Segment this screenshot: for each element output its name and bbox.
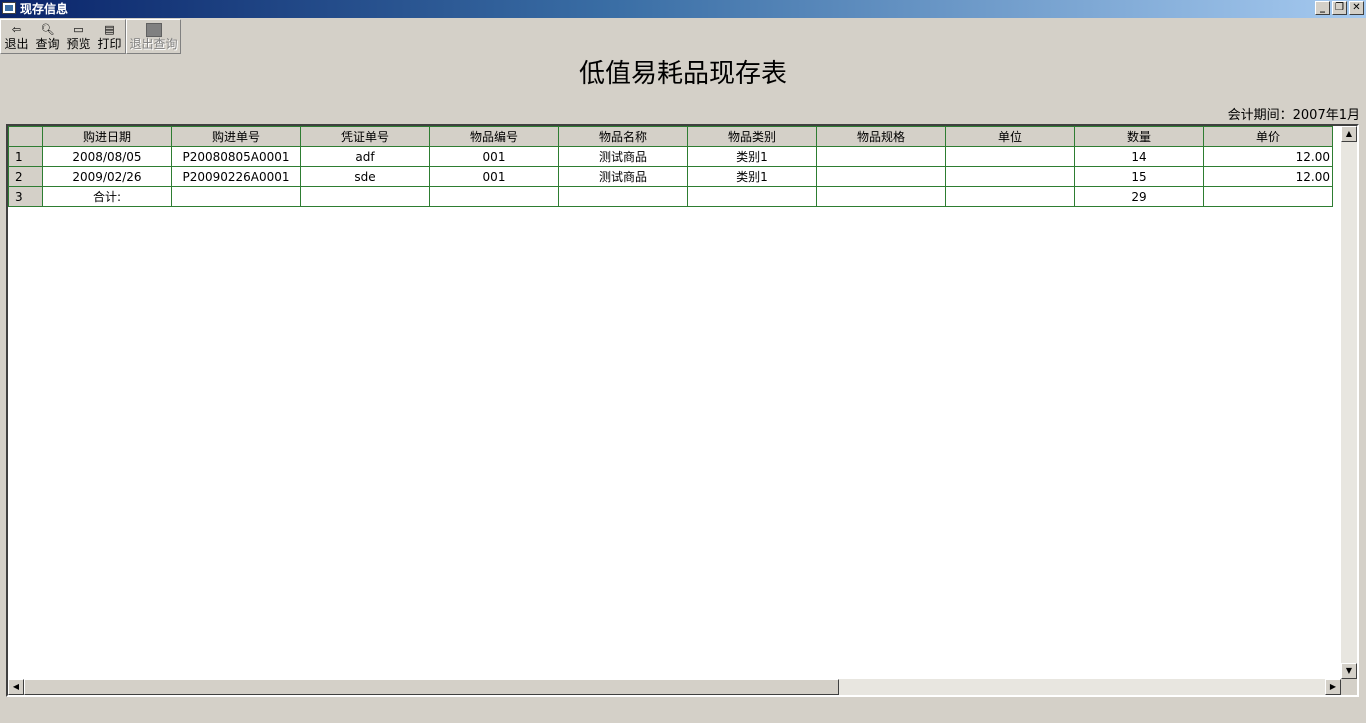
scroll-up-icon[interactable]: ▲: [1341, 126, 1357, 142]
column-header[interactable]: 购进单号: [171, 126, 301, 147]
restore-button[interactable]: ❐: [1332, 1, 1347, 15]
table-cell[interactable]: [429, 186, 559, 207]
app-icon[interactable]: [2, 2, 16, 14]
magnifier-icon: 🔍︎: [40, 23, 55, 36]
scrollbar-corner: [1341, 679, 1357, 695]
table-cell[interactable]: 14: [1074, 146, 1204, 167]
table-cell[interactable]: P20090226A0001: [171, 166, 301, 187]
query-label: 查询: [35, 37, 60, 51]
column-header[interactable]: 数量: [1074, 126, 1204, 147]
table-cell[interactable]: [1203, 186, 1333, 207]
table-cell[interactable]: sde: [300, 166, 430, 187]
data-grid[interactable]: 购进日期 购进单号 凭证单号 物品编号 物品名称 物品类别 物品规格 单位 数量…: [6, 124, 1359, 697]
table-row[interactable]: 1 2008/08/05 P20080805A0001 adf 001 测试商品…: [8, 146, 1333, 167]
column-header[interactable]: 凭证单号: [300, 126, 430, 147]
table-cell[interactable]: 2008/08/05: [42, 146, 172, 167]
table-cell[interactable]: [945, 166, 1075, 187]
column-header[interactable]: 物品类别: [687, 126, 817, 147]
table-cell[interactable]: 类别1: [687, 166, 817, 187]
toolbar: ⇦ 退出 🔍︎ 查询 ▭ 预览 ▤ 打印 退出查询: [0, 19, 181, 54]
printer-icon: ▤: [104, 23, 115, 36]
table-cell[interactable]: [558, 186, 688, 207]
table-cell[interactable]: adf: [300, 146, 430, 167]
period-label: 会计期间：: [1227, 108, 1293, 123]
scroll-left-icon[interactable]: ◀: [8, 679, 24, 695]
scroll-right-icon[interactable]: ▶: [1325, 679, 1341, 695]
table-cell[interactable]: [816, 166, 946, 187]
table-cell[interactable]: 2009/02/26: [42, 166, 172, 187]
table-cell[interactable]: 001: [429, 146, 559, 167]
accounting-period: 会计期间：2007年1月: [1228, 104, 1360, 123]
grid-table: 购进日期 购进单号 凭证单号 物品编号 物品名称 物品类别 物品规格 单位 数量…: [8, 126, 1333, 207]
total-quantity-cell[interactable]: 29: [1074, 186, 1204, 207]
row-number[interactable]: 1: [8, 146, 43, 167]
column-header[interactable]: 物品规格: [816, 126, 946, 147]
print-button[interactable]: ▤ 打印: [94, 20, 125, 53]
column-header[interactable]: 物品名称: [558, 126, 688, 147]
row-number[interactable]: 2: [8, 166, 43, 187]
table-cell[interactable]: 12.00: [1203, 166, 1333, 187]
window-title: 现存信息: [20, 2, 69, 16]
scroll-down-icon[interactable]: ▼: [1341, 663, 1357, 679]
report-title: 低值易耗品现存表: [578, 59, 787, 89]
exit-label: 退出: [4, 37, 29, 51]
preview-label: 预览: [66, 37, 91, 51]
minimize-button[interactable]: _: [1315, 1, 1330, 15]
table-cell[interactable]: [171, 186, 301, 207]
horizontal-scrollbar[interactable]: ◀ ▶: [8, 679, 1341, 695]
column-header[interactable]: 物品编号: [429, 126, 559, 147]
print-label: 打印: [97, 37, 122, 51]
preview-button[interactable]: ▭ 预览: [63, 20, 94, 53]
table-cell[interactable]: [687, 186, 817, 207]
table-cell[interactable]: 类别1: [687, 146, 817, 167]
exit-query-icon: [145, 23, 162, 37]
exit-icon: ⇦: [11, 23, 22, 36]
table-cell[interactable]: [945, 146, 1075, 167]
corner-header: [8, 126, 43, 147]
table-cell[interactable]: 001: [429, 166, 559, 187]
table-row[interactable]: 2 2009/02/26 P20090226A0001 sde 001 测试商品…: [8, 166, 1333, 187]
exit-query-button[interactable]: 退出查询: [127, 20, 180, 53]
vertical-scrollbar[interactable]: ▲ ▼: [1341, 126, 1357, 679]
table-cell[interactable]: P20080805A0001: [171, 146, 301, 167]
total-row[interactable]: 3 合计: 29: [8, 186, 1333, 207]
table-cell[interactable]: [816, 146, 946, 167]
preview-icon: ▭: [73, 23, 84, 36]
query-button[interactable]: 🔍︎ 查询: [32, 20, 63, 53]
title-bar: 现存信息 _ ❐ ✕: [0, 0, 1366, 18]
table-cell[interactable]: [300, 186, 430, 207]
row-number[interactable]: 3: [8, 186, 43, 207]
header-row: 购进日期 购进单号 凭证单号 物品编号 物品名称 物品类别 物品规格 单位 数量…: [8, 126, 1333, 147]
table-cell[interactable]: 测试商品: [558, 166, 688, 187]
close-button[interactable]: ✕: [1349, 1, 1364, 15]
table-cell[interactable]: 15: [1074, 166, 1204, 187]
horizontal-scroll-thumb[interactable]: [24, 679, 839, 695]
table-cell[interactable]: [945, 186, 1075, 207]
column-header[interactable]: 单价: [1203, 126, 1333, 147]
column-header[interactable]: 单位: [945, 126, 1075, 147]
exit-button[interactable]: ⇦ 退出: [1, 20, 32, 53]
column-header[interactable]: 购进日期: [42, 126, 172, 147]
total-label-cell[interactable]: 合计:: [42, 186, 172, 207]
table-cell[interactable]: 测试商品: [558, 146, 688, 167]
exit-query-label: 退出查询: [129, 37, 178, 51]
period-value: 2007年1月: [1292, 108, 1360, 123]
table-cell[interactable]: [816, 186, 946, 207]
table-cell[interactable]: 12.00: [1203, 146, 1333, 167]
